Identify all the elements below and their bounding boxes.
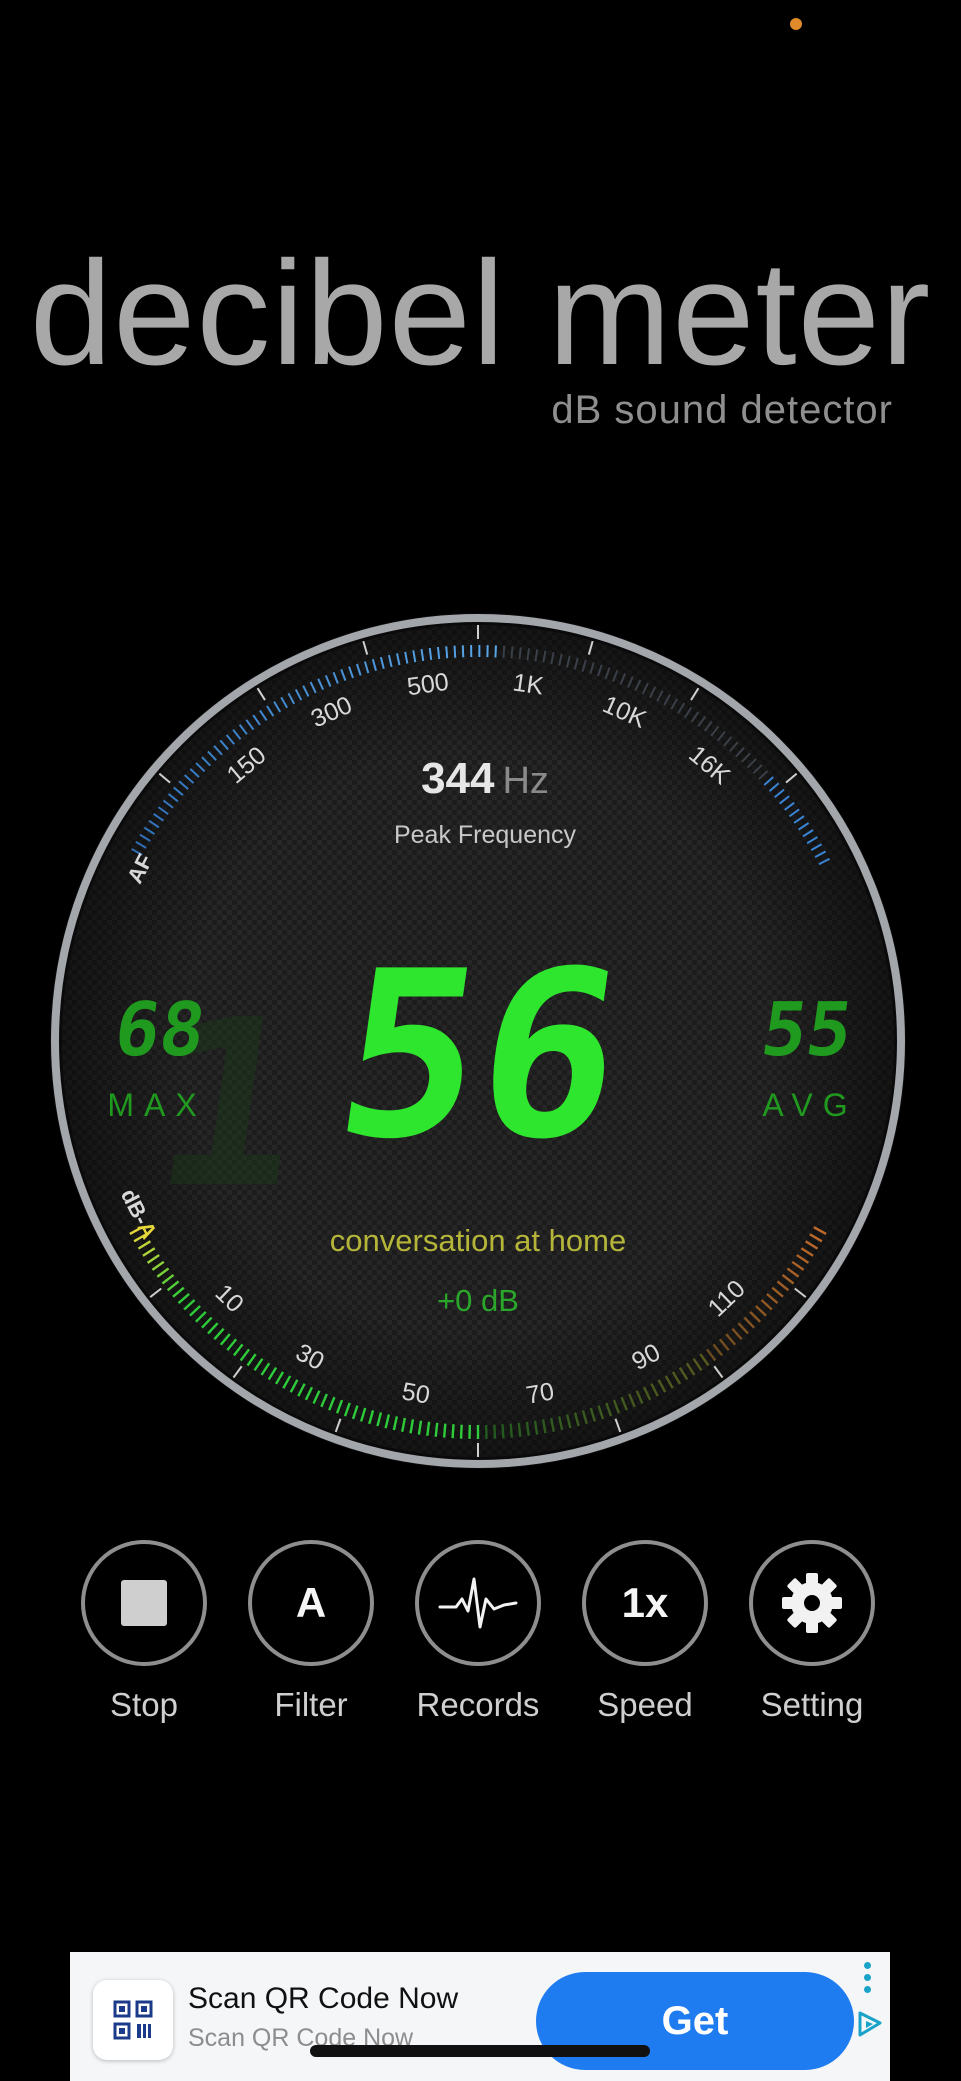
- filter-icon: A: [295, 1579, 327, 1626]
- ad-banner[interactable]: Scan QR Code Now Scan QR Code Now Get: [70, 1952, 890, 2081]
- ad-options-icon[interactable]: [864, 1962, 872, 1998]
- qr-code-icon: [93, 1980, 173, 2060]
- speed-control[interactable]: 1x Speed: [582, 1540, 708, 1724]
- freq-tick-label: 500: [405, 668, 450, 702]
- setting-button[interactable]: [749, 1540, 875, 1666]
- heartbeat-icon: [438, 1577, 518, 1629]
- stop-icon: [121, 1580, 167, 1626]
- records-control[interactable]: Records: [415, 1540, 541, 1724]
- sound-description: conversation at home: [330, 1223, 626, 1258]
- home-indicator: [310, 2045, 650, 2057]
- peak-frequency-readout: 344 Hz: [421, 754, 549, 803]
- max-label: MAX: [107, 1087, 206, 1123]
- setting-control[interactable]: Setting: [749, 1540, 875, 1724]
- control-bar: Stop A Filter Records 1x Speed Setting: [0, 1540, 961, 1740]
- peak-frequency-label: Peak Frequency: [394, 821, 577, 849]
- setting-label: Setting: [760, 1686, 864, 1723]
- filter-control[interactable]: A Filter: [248, 1540, 374, 1724]
- records-button[interactable]: [415, 1540, 541, 1666]
- db-tick-label: 70: [524, 1377, 556, 1409]
- stop-button[interactable]: [81, 1540, 207, 1666]
- freq-tick-label: 1K: [511, 669, 545, 701]
- db-tick-label: 50: [400, 1377, 432, 1409]
- records-label: Records: [416, 1686, 540, 1723]
- gear-icon: [782, 1573, 842, 1633]
- app-subtitle: dB sound detector: [551, 388, 893, 432]
- filter-label: Filter: [274, 1686, 348, 1723]
- ad-title: Scan QR Code Now: [188, 1982, 459, 2015]
- filter-button[interactable]: A: [248, 1540, 374, 1666]
- speed-label: Speed: [597, 1686, 693, 1723]
- app-title: decibel meter: [29, 231, 932, 396]
- avg-label: AVG: [762, 1087, 857, 1123]
- current-decibel-value: 56: [323, 921, 638, 1190]
- avg-decibel-value: 55: [756, 986, 857, 1073]
- speed-icon: 1x: [621, 1579, 669, 1626]
- gauge-svg: AF 150 300 500 1K 10K 16K dB-A 10 30 50 …: [50, 613, 906, 1469]
- stop-label: Stop: [110, 1686, 178, 1723]
- stop-control[interactable]: Stop: [81, 1540, 207, 1724]
- max-decibel-value: 68: [109, 986, 210, 1073]
- calibration-offset: +0 dB: [437, 1283, 519, 1318]
- status-indicator-dot: [790, 18, 802, 30]
- speed-button[interactable]: 1x: [582, 1540, 708, 1666]
- ad-choices-icon[interactable]: [856, 2010, 884, 2043]
- decibel-gauge: AF 150 300 500 1K 10K 16K dB-A 10 30 50 …: [47, 610, 909, 1472]
